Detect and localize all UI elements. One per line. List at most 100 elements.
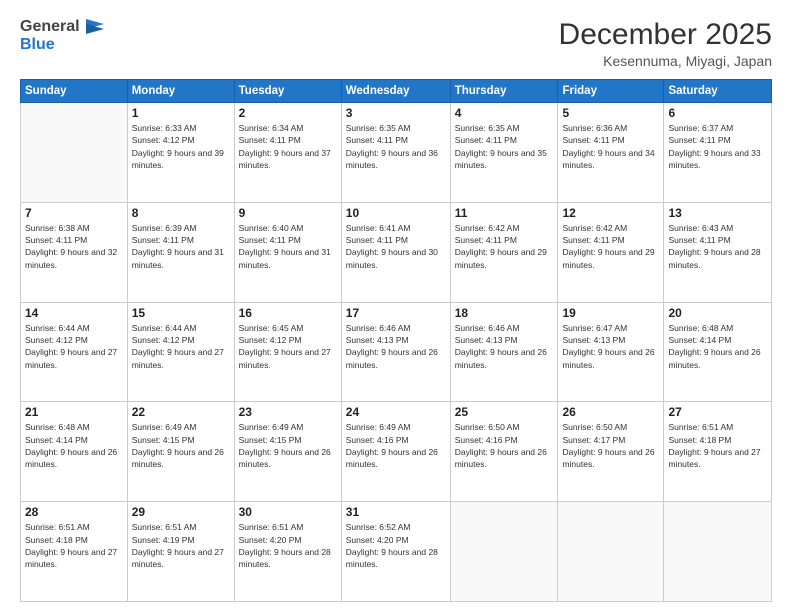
day-info: Sunrise: 6:45 AMSunset: 4:12 PMDaylight:… xyxy=(239,322,337,371)
day-number: 26 xyxy=(562,405,659,419)
day-header-saturday: Saturday xyxy=(664,80,772,103)
calendar-cell: 6Sunrise: 6:37 AMSunset: 4:11 PMDaylight… xyxy=(664,103,772,203)
calendar-table: SundayMondayTuesdayWednesdayThursdayFrid… xyxy=(20,79,772,602)
day-number: 13 xyxy=(668,206,767,220)
day-header-wednesday: Wednesday xyxy=(341,80,450,103)
day-number: 14 xyxy=(25,306,123,320)
calendar-cell: 7Sunrise: 6:38 AMSunset: 4:11 PMDaylight… xyxy=(21,202,128,302)
day-number: 27 xyxy=(668,405,767,419)
week-row-3: 14 Sunrise: 6:44 AMSunset: 4:12 PMDayligh… xyxy=(21,302,772,402)
title-block: December 2025 Kesennuma, Miyagi, Japan xyxy=(559,18,772,69)
day-info: Sunrise: 6:46 AMSunset: 4:13 PMDaylight:… xyxy=(346,322,446,371)
calendar-cell: 10 Sunrise: 6:41 AMSunset: 4:11 PMDayligh… xyxy=(341,202,450,302)
day-number: 21 xyxy=(25,405,123,419)
page: General Blue December 2025 Kesennuma, Mi… xyxy=(0,0,792,612)
week-row-2: 7Sunrise: 6:38 AMSunset: 4:11 PMDaylight… xyxy=(21,202,772,302)
calendar-cell: 17 Sunrise: 6:46 AMSunset: 4:13 PMDayligh… xyxy=(341,302,450,402)
day-header-sunday: Sunday xyxy=(21,80,128,103)
day-info: Sunrise: 6:49 AMSunset: 4:16 PMDaylight:… xyxy=(346,421,446,470)
day-number: 31 xyxy=(346,505,446,519)
day-info: Sunrise: 6:51 AMSunset: 4:18 PMDaylight:… xyxy=(668,421,767,470)
day-header-thursday: Thursday xyxy=(450,80,558,103)
calendar-cell: 9 Sunrise: 6:40 AMSunset: 4:11 PMDaylight… xyxy=(234,202,341,302)
day-number: 10 xyxy=(346,206,446,220)
calendar-cell: 1Sunrise: 6:33 AMSunset: 4:12 PMDaylight… xyxy=(127,103,234,203)
calendar-cell: 18 Sunrise: 6:46 AMSunset: 4:13 PMDayligh… xyxy=(450,302,558,402)
day-info: Sunrise: 6:34 AMSunset: 4:11 PMDaylight:… xyxy=(239,122,337,171)
week-row-4: 21 Sunrise: 6:48 AMSunset: 4:14 PMDayligh… xyxy=(21,402,772,502)
calendar-cell: 14Sunrise: 6:44 AMSunset: 4:12 PMDayligh… xyxy=(21,302,128,402)
day-info: Sunrise: 6:49 AMSunset: 4:15 PMDaylight:… xyxy=(132,421,230,470)
calendar-cell: 25Sunrise: 6:50 AMSunset: 4:16 PMDayligh… xyxy=(450,402,558,502)
day-header-monday: Monday xyxy=(127,80,234,103)
calendar-cell: 20 Sunrise: 6:48 AMSunset: 4:14 PMDayligh… xyxy=(664,302,772,402)
calendar-cell xyxy=(450,502,558,602)
day-number: 12 xyxy=(562,206,659,220)
day-number: 19 xyxy=(562,306,659,320)
day-info: Sunrise: 6:52 AMSunset: 4:20 PMDaylight:… xyxy=(346,521,446,570)
calendar-cell: 30 Sunrise: 6:51 AMSunset: 4:20 PMDayligh… xyxy=(234,502,341,602)
day-info: Sunrise: 6:39 AMSunset: 4:11 PMDaylight:… xyxy=(132,222,230,271)
calendar-cell xyxy=(558,502,664,602)
logo-text-block: General Blue xyxy=(20,18,104,54)
calendar-cell: 24Sunrise: 6:49 AMSunset: 4:16 PMDayligh… xyxy=(341,402,450,502)
day-info: Sunrise: 6:51 AMSunset: 4:20 PMDaylight:… xyxy=(239,521,337,570)
day-info: Sunrise: 6:44 AMSunset: 4:12 PMDaylight:… xyxy=(132,322,230,371)
day-info: Sunrise: 6:35 AMSunset: 4:11 PMDaylight:… xyxy=(455,122,554,171)
calendar-cell: 21 Sunrise: 6:48 AMSunset: 4:14 PMDayligh… xyxy=(21,402,128,502)
day-number: 18 xyxy=(455,306,554,320)
logo: General Blue xyxy=(20,18,104,54)
header-row: SundayMondayTuesdayWednesdayThursdayFrid… xyxy=(21,80,772,103)
logo-general: General xyxy=(20,18,80,36)
day-info: Sunrise: 6:33 AMSunset: 4:12 PMDaylight:… xyxy=(132,122,230,171)
month-title: December 2025 xyxy=(559,18,772,51)
day-info: Sunrise: 6:36 AMSunset: 4:11 PMDaylight:… xyxy=(562,122,659,171)
calendar-cell: 19 Sunrise: 6:47 AMSunset: 4:13 PMDayligh… xyxy=(558,302,664,402)
logo-blue: Blue xyxy=(20,36,55,54)
day-info: Sunrise: 6:51 AMSunset: 4:18 PMDaylight:… xyxy=(25,521,123,570)
day-number: 4 xyxy=(455,106,554,120)
location-title: Kesennuma, Miyagi, Japan xyxy=(559,53,772,69)
day-number: 20 xyxy=(668,306,767,320)
calendar-cell: 11Sunrise: 6:42 AMSunset: 4:11 PMDayligh… xyxy=(450,202,558,302)
calendar-cell: 28 Sunrise: 6:51 AMSunset: 4:18 PMDayligh… xyxy=(21,502,128,602)
day-info: Sunrise: 6:40 AMSunset: 4:11 PMDaylight:… xyxy=(239,222,337,271)
day-number: 5 xyxy=(562,106,659,120)
day-info: Sunrise: 6:41 AMSunset: 4:11 PMDaylight:… xyxy=(346,222,446,271)
calendar-cell: 12Sunrise: 6:42 AMSunset: 4:11 PMDayligh… xyxy=(558,202,664,302)
day-number: 28 xyxy=(25,505,123,519)
calendar-cell xyxy=(664,502,772,602)
week-row-5: 28 Sunrise: 6:51 AMSunset: 4:18 PMDayligh… xyxy=(21,502,772,602)
calendar-cell: 15Sunrise: 6:44 AMSunset: 4:12 PMDayligh… xyxy=(127,302,234,402)
day-number: 17 xyxy=(346,306,446,320)
day-info: Sunrise: 6:37 AMSunset: 4:11 PMDaylight:… xyxy=(668,122,767,171)
calendar-cell: 23Sunrise: 6:49 AMSunset: 4:15 PMDayligh… xyxy=(234,402,341,502)
calendar-cell: 16 Sunrise: 6:45 AMSunset: 4:12 PMDayligh… xyxy=(234,302,341,402)
day-info: Sunrise: 6:48 AMSunset: 4:14 PMDaylight:… xyxy=(25,421,123,470)
day-number: 9 xyxy=(239,206,337,220)
calendar-cell: 27 Sunrise: 6:51 AMSunset: 4:18 PMDayligh… xyxy=(664,402,772,502)
day-info: Sunrise: 6:49 AMSunset: 4:15 PMDaylight:… xyxy=(239,421,337,470)
calendar-cell: 5 Sunrise: 6:36 AMSunset: 4:11 PMDaylight… xyxy=(558,103,664,203)
calendar-cell: 29 Sunrise: 6:51 AMSunset: 4:19 PMDayligh… xyxy=(127,502,234,602)
day-number: 30 xyxy=(239,505,337,519)
day-info: Sunrise: 6:35 AMSunset: 4:11 PMDaylight:… xyxy=(346,122,446,171)
calendar-cell: 13Sunrise: 6:43 AMSunset: 4:11 PMDayligh… xyxy=(664,202,772,302)
day-info: Sunrise: 6:48 AMSunset: 4:14 PMDaylight:… xyxy=(668,322,767,371)
day-number: 8 xyxy=(132,206,230,220)
header: General Blue December 2025 Kesennuma, Mi… xyxy=(20,18,772,69)
day-number: 7 xyxy=(25,206,123,220)
day-info: Sunrise: 6:51 AMSunset: 4:19 PMDaylight:… xyxy=(132,521,230,570)
day-number: 11 xyxy=(455,206,554,220)
day-info: Sunrise: 6:50 AMSunset: 4:16 PMDaylight:… xyxy=(455,421,554,470)
day-number: 22 xyxy=(132,405,230,419)
day-number: 16 xyxy=(239,306,337,320)
week-row-1: 1Sunrise: 6:33 AMSunset: 4:12 PMDaylight… xyxy=(21,103,772,203)
day-number: 29 xyxy=(132,505,230,519)
logo-flag-icon xyxy=(82,19,104,35)
calendar-cell: 4 Sunrise: 6:35 AMSunset: 4:11 PMDaylight… xyxy=(450,103,558,203)
day-info: Sunrise: 6:46 AMSunset: 4:13 PMDaylight:… xyxy=(455,322,554,371)
day-number: 3 xyxy=(346,106,446,120)
day-header-tuesday: Tuesday xyxy=(234,80,341,103)
day-info: Sunrise: 6:47 AMSunset: 4:13 PMDaylight:… xyxy=(562,322,659,371)
